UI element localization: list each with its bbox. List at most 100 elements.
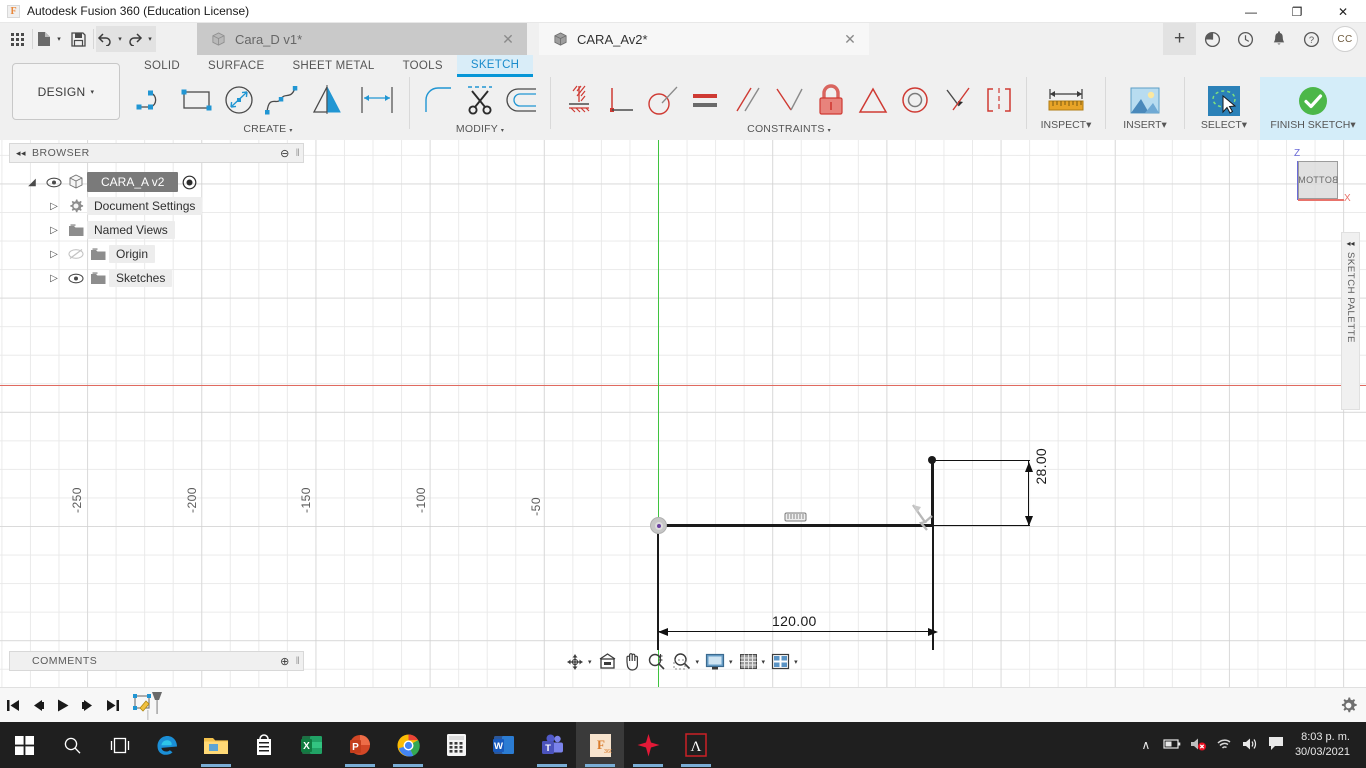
ribbon-tab-surface[interactable]: SURFACE	[194, 55, 278, 77]
taskbar-edge-icon[interactable]	[144, 722, 192, 768]
orbit-icon[interactable]	[563, 649, 587, 674]
collapse-icon[interactable]: ◂◂	[1346, 239, 1354, 248]
perpendicular-icon[interactable]	[600, 78, 642, 122]
grid-caret-icon[interactable]: ▾	[761, 658, 769, 666]
dimension-value-28[interactable]: 28.00	[1033, 448, 1049, 485]
browser-node-sketches[interactable]: ▷ Sketches	[9, 266, 304, 290]
pan-hand-icon[interactable]	[620, 649, 644, 674]
ribbon-tab-sheet-metal[interactable]: SHEET METAL	[278, 55, 388, 77]
sketch-palette-tab[interactable]: ◂◂ SKETCH PALETTE	[1341, 232, 1360, 410]
horizontal-constraint-badge[interactable]	[784, 511, 808, 525]
parallel-icon[interactable]	[726, 78, 768, 122]
workspace-selector-design[interactable]: DESIGN ▾	[12, 63, 120, 120]
grid-snaps-icon[interactable]	[736, 649, 761, 674]
horizontal-vertical-constraint-icon[interactable]	[558, 78, 600, 122]
trim-scissors-icon[interactable]	[459, 78, 501, 122]
expand-caret-icon[interactable]: ▷	[43, 225, 65, 236]
close-icon[interactable]: ✕	[499, 31, 517, 48]
bell-icon[interactable]	[1262, 23, 1295, 55]
fillet-icon[interactable]	[417, 78, 459, 122]
ribbon-button-select[interactable]: SELECT▾	[1188, 77, 1260, 140]
sketch-feature-icon[interactable]	[125, 688, 171, 723]
taskbar-calculator-icon[interactable]	[432, 722, 480, 768]
viewports-caret-icon[interactable]: ▾	[793, 658, 801, 666]
taskbar-word-icon[interactable]: W	[480, 722, 528, 768]
tangent-icon[interactable]	[642, 78, 684, 122]
sketch-origin-point[interactable]	[650, 517, 667, 534]
activate-radio-icon[interactable]	[178, 175, 200, 190]
sketch-endpoint[interactable]	[928, 456, 936, 464]
panel-label-create[interactable]: CREATE ▾	[243, 123, 292, 137]
collinear-icon[interactable]	[768, 78, 810, 122]
browser-node-document-settings[interactable]: ▷ Document Settings	[9, 194, 304, 218]
zoom-window-icon[interactable]	[669, 649, 695, 674]
ribbon-tab-solid[interactable]: SOLID	[130, 55, 194, 77]
minimize-panel-icon[interactable]: ⊖	[277, 147, 293, 160]
browser-node-cara-a[interactable]: ◢ CARA_A v2	[9, 170, 304, 194]
collapse-icon[interactable]: ◂◂	[10, 148, 32, 159]
task-view-icon[interactable]	[96, 722, 144, 768]
step-forward-icon[interactable]	[75, 688, 100, 723]
browser-node-named-views[interactable]: ▷ Named Views	[9, 218, 304, 242]
show-desktop-button[interactable]	[1360, 722, 1366, 768]
midpoint-icon[interactable]	[936, 78, 978, 122]
skip-to-end-icon[interactable]	[100, 688, 125, 723]
view-cube[interactable]: Z BOTTOM X	[1294, 147, 1356, 209]
sound-muted-icon[interactable]	[1185, 737, 1211, 754]
comments-panel[interactable]: COMMENTS ⊕ ‖	[9, 651, 304, 671]
pan-home-icon[interactable]	[595, 649, 620, 674]
spline-icon[interactable]	[260, 78, 302, 122]
volume-icon[interactable]	[1237, 737, 1263, 754]
eye-visible-icon[interactable]	[43, 177, 65, 188]
taskbar-teams-icon[interactable]: T	[528, 722, 576, 768]
expand-caret-icon[interactable]: ▷	[43, 201, 65, 212]
line-icon[interactable]	[134, 78, 176, 122]
sketch-dimension-icon[interactable]	[352, 78, 402, 122]
taskbar-chrome-icon[interactable]	[384, 722, 432, 768]
start-button[interactable]	[0, 722, 48, 768]
taskbar-excel-icon[interactable]: X	[288, 722, 336, 768]
fix-lock-icon[interactable]	[810, 78, 852, 122]
undo-icon[interactable]	[96, 26, 114, 52]
browser-node-origin[interactable]: ▷ Origin	[9, 242, 304, 266]
taskbar-fusion360-icon[interactable]: F 360	[576, 722, 624, 768]
close-icon[interactable]: ✕	[1320, 0, 1366, 23]
taskbar-file-explorer-icon[interactable]	[192, 722, 240, 768]
taskbar-acrobat-icon[interactable]: Λ	[672, 722, 720, 768]
expand-caret-icon[interactable]: ▷	[43, 249, 65, 260]
save-icon[interactable]	[65, 26, 91, 52]
redo-caret-icon[interactable]: ▾	[144, 26, 156, 52]
document-tab-cara-av2[interactable]: CARA_Av2* ✕	[539, 23, 869, 55]
document-tab-cara-d[interactable]: Cara_D v1* ✕	[197, 23, 527, 55]
ribbon-button-insert[interactable]: INSERT▾	[1109, 77, 1181, 140]
new-document-caret-icon[interactable]: ▾	[53, 26, 65, 52]
taskbar-powerpoint-icon[interactable]: P	[336, 722, 384, 768]
symmetry-icon[interactable]	[852, 78, 894, 122]
equal-icon[interactable]	[684, 78, 726, 122]
recent-icon[interactable]	[1229, 23, 1262, 55]
step-back-icon[interactable]	[25, 688, 50, 723]
concentric-icon[interactable]	[894, 78, 936, 122]
taskbar-clock[interactable]: 8:03 p. m. 30/03/2021	[1289, 730, 1360, 760]
display-caret-icon[interactable]: ▾	[728, 658, 736, 666]
ribbon-button-inspect[interactable]: INSPECT▾	[1030, 77, 1102, 140]
orbit-caret-icon[interactable]: ▾	[587, 658, 595, 666]
mirror-icon[interactable]	[302, 78, 352, 122]
add-comment-icon[interactable]: ⊕	[277, 655, 293, 668]
dimension-value-120[interactable]: 120.00	[772, 613, 817, 629]
circle-diameter-icon[interactable]	[218, 78, 260, 122]
zoom-icon[interactable]	[644, 649, 669, 674]
expand-caret-icon[interactable]: ▷	[43, 273, 65, 284]
help-icon[interactable]: ?	[1295, 23, 1328, 55]
show-hidden-icons-button[interactable]: ∧	[1133, 738, 1159, 752]
panel-grip-icon[interactable]: ‖	[293, 148, 303, 159]
avatar[interactable]: CC	[1332, 26, 1358, 52]
curvature-icon[interactable]	[978, 78, 1020, 122]
panel-grip-icon[interactable]: ‖	[293, 656, 303, 667]
job-status-icon[interactable]	[1196, 23, 1229, 55]
battery-icon[interactable]	[1159, 738, 1185, 753]
new-document-icon[interactable]	[35, 26, 53, 52]
view-cube-face-bottom[interactable]: BOTTOM	[1298, 161, 1338, 199]
zoom-window-caret-icon[interactable]: ▾	[695, 658, 703, 666]
panel-label-modify[interactable]: MODIFY ▾	[456, 123, 504, 137]
